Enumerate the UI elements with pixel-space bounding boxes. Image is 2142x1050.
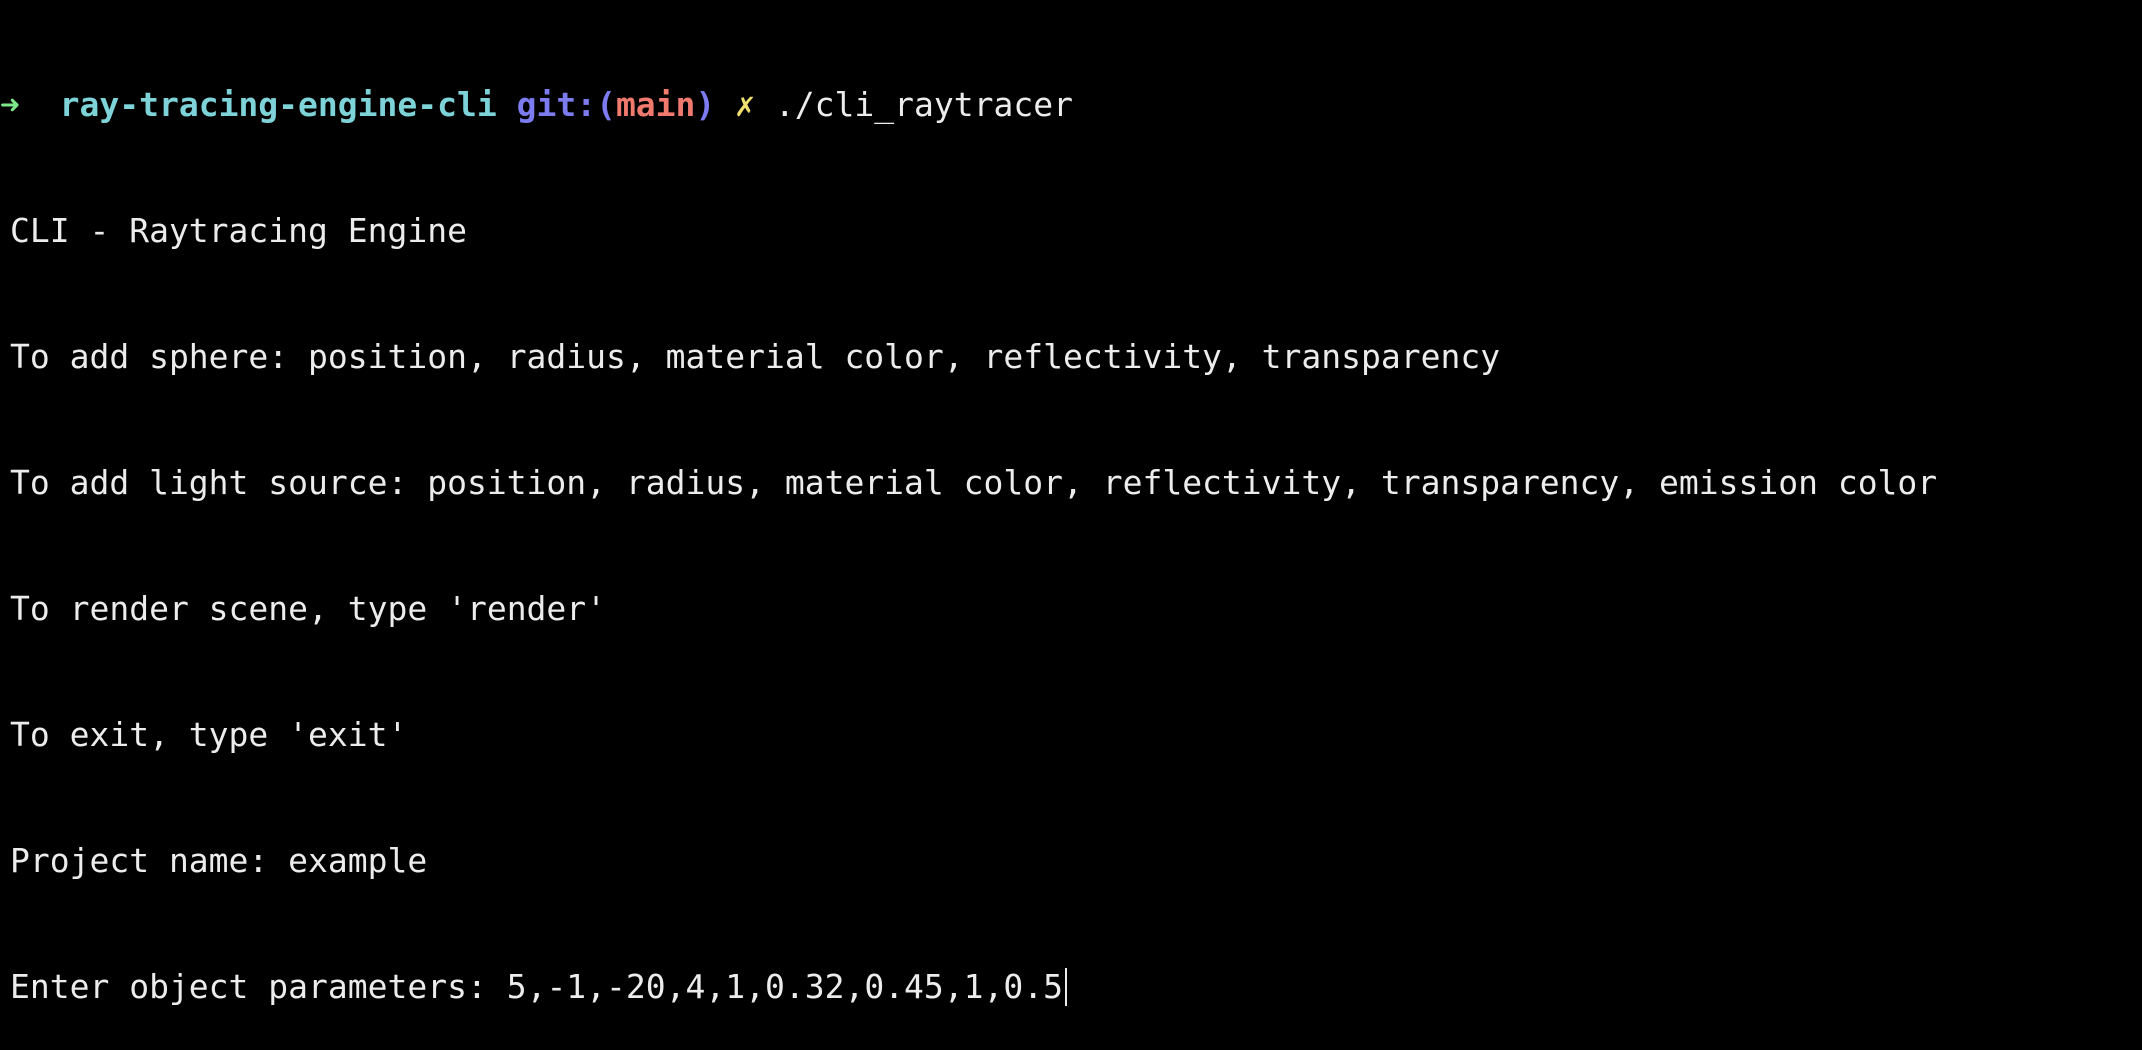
output-line-title: CLI - Raytracing Engine — [10, 211, 467, 250]
output-line-light-help: To add light source: position, radius, m… — [10, 463, 1938, 502]
prompt-branch: main — [615, 85, 696, 124]
prompt-command: ./cli_raytracer — [774, 85, 1073, 124]
prompt-directory: ray-tracing-engine-cli — [59, 85, 497, 124]
prompt-arrow-icon: ➜ — [0, 85, 20, 124]
input-prompt-label: Enter object parameters: — [10, 967, 507, 1006]
prompt-git-label: git:( — [516, 85, 616, 124]
input-value[interactable]: 5,-1,-20,4,1,0.32,0.45,1,0.5 — [507, 967, 1063, 1006]
text-cursor — [1065, 968, 1067, 1006]
terminal-window[interactable]: ➜ ray-tracing-engine-cli git:(main) ✗ ./… — [0, 0, 2142, 1006]
prompt-git-close: ) — [695, 85, 716, 124]
git-dirty-icon: ✗ — [735, 85, 756, 124]
output-line-project-name: Project name: example — [10, 841, 428, 880]
output-line-sphere-help: To add sphere: position, radius, materia… — [10, 337, 1501, 376]
output-line-render-help: To render scene, type 'render' — [10, 589, 607, 628]
output-line-exit-help: To exit, type 'exit' — [10, 715, 408, 754]
shell-prompt-line: ➜ ray-tracing-engine-cli git:(main) ✗ ./… — [0, 84, 2142, 126]
input-line[interactable]: Enter object parameters: 5,-1,-20,4,1,0.… — [10, 966, 2142, 1008]
